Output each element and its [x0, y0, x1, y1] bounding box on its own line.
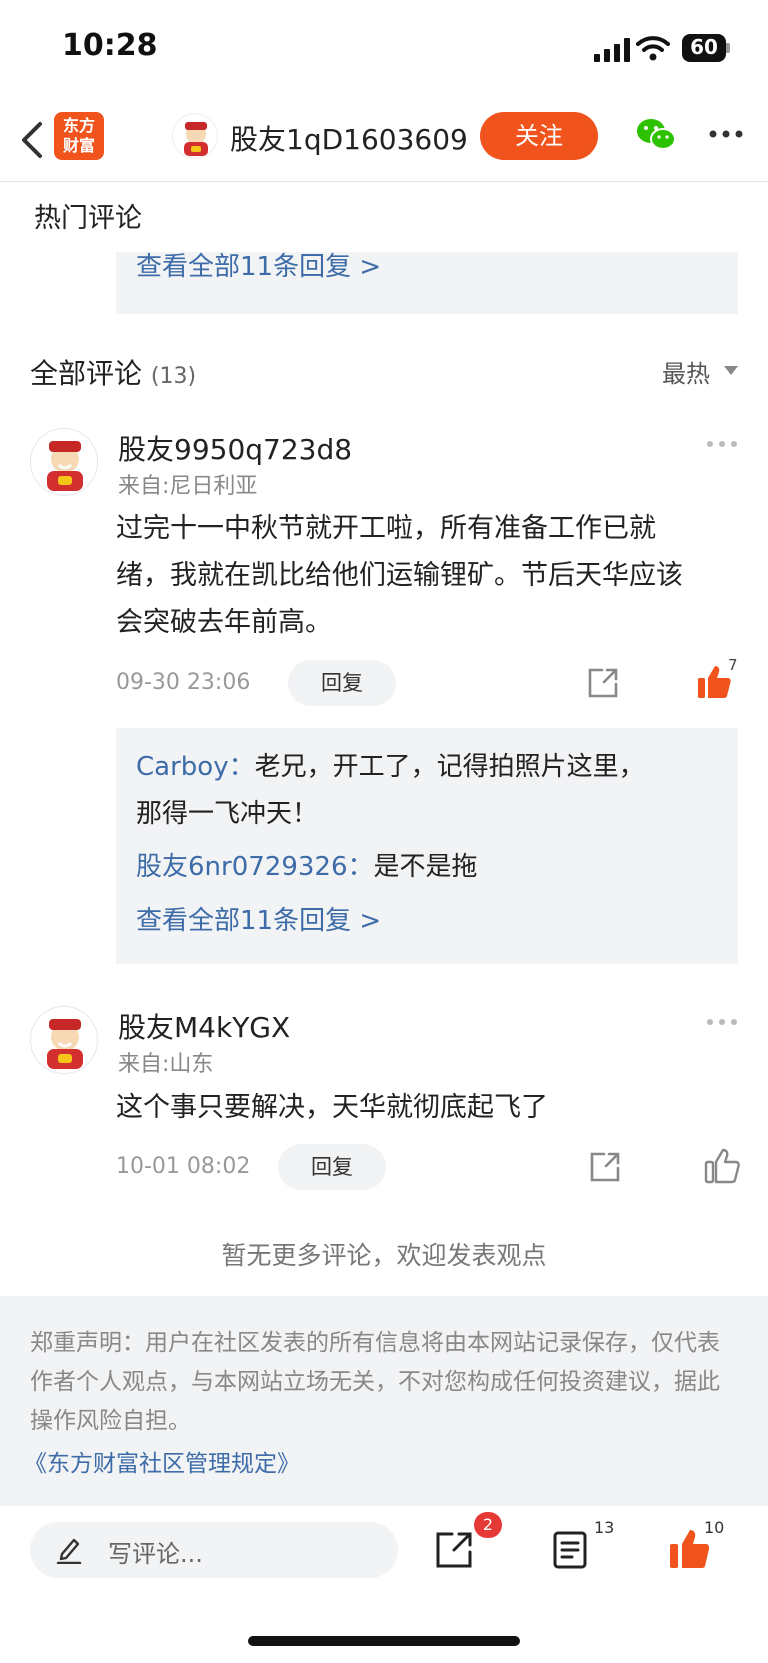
- comment-content: 这个事只要解决，天华就彻底起飞了: [116, 1084, 746, 1131]
- follow-button[interactable]: 关注: [480, 112, 598, 160]
- reply-text-line2: 那得一飞冲天！: [136, 799, 319, 829]
- logo-text-line1: 东方: [62, 116, 95, 135]
- comment-location: 来自:山东: [118, 1052, 214, 1077]
- comment-input[interactable]: [30, 1522, 398, 1578]
- comment-content-line: 过完十一中秋节就开工啦，所有准备工作已就: [116, 513, 656, 544]
- reply-button[interactable]: 回复: [278, 1144, 386, 1190]
- share-count-badge: 2: [474, 1512, 502, 1538]
- author-username[interactable]: 股友1qD1603609: [230, 118, 468, 158]
- reply-separator: ：: [228, 752, 255, 782]
- sort-caret-icon[interactable]: [724, 366, 738, 375]
- share-icon[interactable]: [588, 1150, 622, 1184]
- comment-timestamp: 09-30 23:06: [116, 670, 251, 695]
- reply-button[interactable]: 回复: [288, 660, 396, 706]
- hot-comments-title: 热门评论: [34, 203, 142, 234]
- eastmoney-logo[interactable]: 东方 财富: [54, 112, 104, 160]
- comment-avatar[interactable]: [30, 1006, 98, 1074]
- reply-item: Carboy：老兄，开工了，记得拍照片这里，: [136, 744, 726, 791]
- comment-username[interactable]: 股友9950q723d8: [118, 428, 352, 468]
- thumbs-up-filled-icon[interactable]: [696, 664, 732, 700]
- comment-content-line: 绪，我就在凯比给他们运输锂矿。节后天华应该: [116, 560, 683, 591]
- comment-content: 过完十一中秋节就开工啦，所有准备工作已就 绪，我就在凯比给他们运输锂矿。节后天华…: [116, 505, 746, 646]
- fortune-god-avatar-icon: [184, 122, 208, 156]
- no-more-comments-text: 暂无更多评论，欢迎发表观点: [221, 1241, 547, 1270]
- share-icon[interactable]: [434, 1530, 474, 1570]
- author-avatar[interactable]: [172, 113, 218, 159]
- all-comments-label: 全部评论: [30, 357, 143, 390]
- comment-username[interactable]: 股友M4kYGX: [118, 1006, 290, 1046]
- community-rules-link[interactable]: 《东方财富社区管理规定》: [24, 1444, 300, 1478]
- comment-more-icon[interactable]: [706, 440, 738, 448]
- sort-dropdown[interactable]: 最热: [662, 354, 710, 389]
- comment-count: 13: [594, 1518, 615, 1537]
- all-comments-count: (13): [150, 364, 197, 389]
- comment-content-line: 会突破去年前高。: [116, 607, 332, 638]
- more-options-icon[interactable]: [708, 126, 744, 142]
- disclaimer-text: 郑重声明：用户在社区发表的所有信息将由本网站记录保存，仅代表作者个人观点，与本网…: [30, 1330, 720, 1434]
- battery-indicator: 60: [682, 34, 730, 62]
- comment-list-icon[interactable]: [552, 1530, 588, 1570]
- wechat-icon[interactable]: [636, 116, 676, 154]
- reply-username[interactable]: 股友6nr0729326: [136, 852, 348, 882]
- reply-separator: ：: [347, 852, 374, 882]
- like-count: 7: [728, 656, 738, 674]
- hot-reply-box: 查看全部11条回复 >: [116, 252, 738, 314]
- comment-avatar[interactable]: [30, 428, 98, 496]
- hot-view-all-replies-link[interactable]: 查看全部11条回复 >: [136, 246, 381, 283]
- back-arrow-icon[interactable]: [18, 118, 46, 162]
- thumbs-up-outline-icon[interactable]: [704, 1148, 740, 1184]
- reply-text: 老兄，开工了，记得拍照片这里，: [254, 752, 645, 782]
- reply-username[interactable]: Carboy: [136, 752, 229, 782]
- home-indicator: [248, 1636, 520, 1646]
- status-time: 10:28: [62, 28, 158, 63]
- wifi-icon: [636, 36, 670, 61]
- comment-timestamp: 10-01 08:02: [116, 1154, 251, 1179]
- all-comments-title: 全部评论 (13): [30, 352, 196, 392]
- cellular-signal-icon: [594, 38, 630, 62]
- fortune-god-avatar-icon: [47, 1019, 83, 1069]
- pencil-icon[interactable]: [56, 1536, 82, 1564]
- comment-content-line: 这个事只要解决，天华就彻底起飞了: [116, 1092, 548, 1123]
- logo-text-line2: 财富: [62, 136, 95, 155]
- share-icon[interactable]: [586, 666, 620, 700]
- battery-level: 60: [690, 35, 718, 59]
- reply-text: 是不是拖: [373, 852, 478, 882]
- fortune-god-avatar-icon: [47, 441, 83, 491]
- like-count: 10: [704, 1518, 725, 1537]
- reply-box: Carboy：老兄，开工了，记得拍照片这里， 那得一飞冲天！ 股友6nr0729…: [116, 728, 738, 964]
- comment-location: 来自:尼日利亚: [118, 474, 258, 499]
- view-all-replies-link[interactable]: 查看全部11条回复 >: [136, 900, 381, 937]
- comment-more-icon[interactable]: [706, 1018, 738, 1026]
- reply-item: 股友6nr0729326：是不是拖: [136, 844, 478, 891]
- comment-input-placeholder[interactable]: 写评论...: [108, 1534, 203, 1569]
